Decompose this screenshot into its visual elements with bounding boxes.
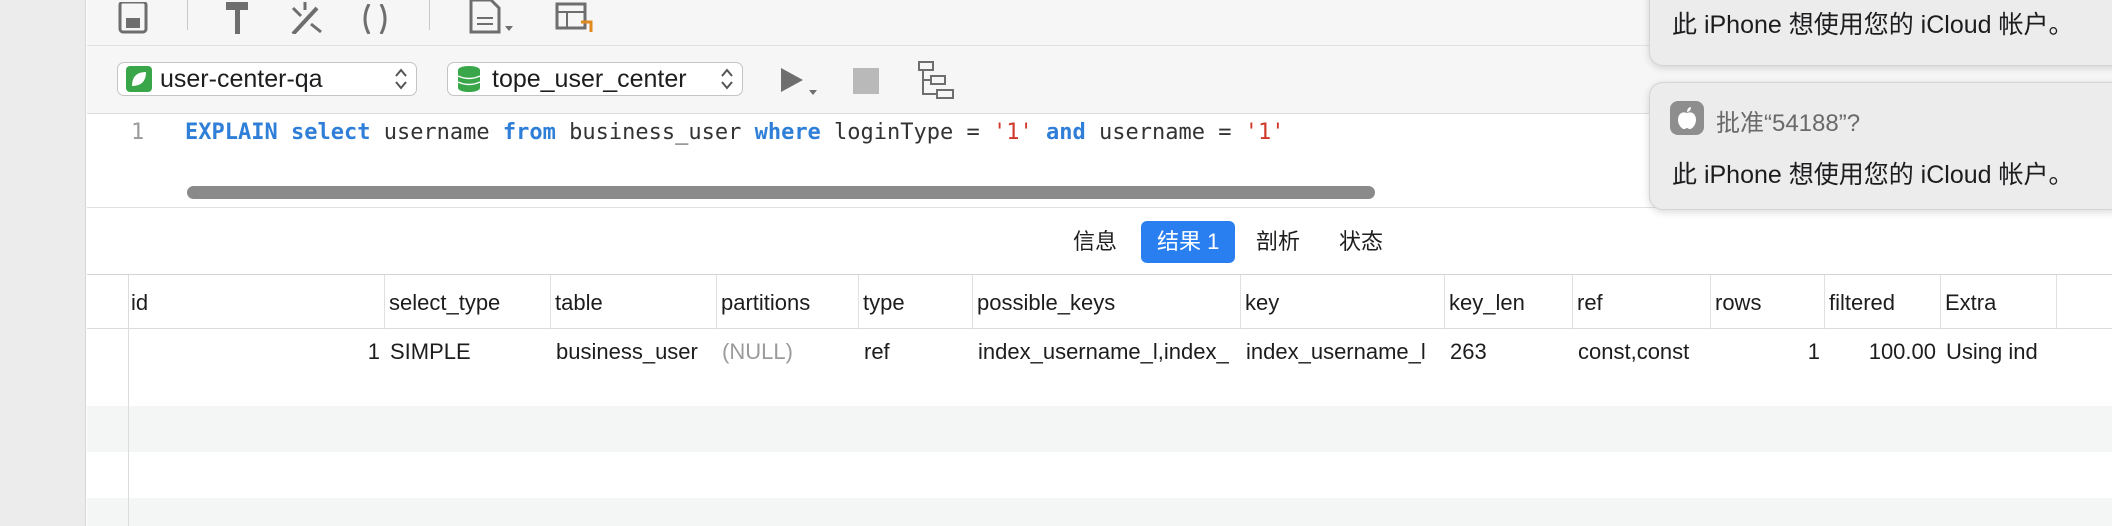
explain-button[interactable] — [917, 60, 957, 100]
cell-filtered[interactable]: 100.00 — [1825, 329, 1941, 375]
sql-keyword: and — [1046, 120, 1086, 145]
database-name: tope_user_center — [492, 64, 687, 93]
horizontal-scrollbar[interactable] — [187, 186, 1375, 199]
cell-key[interactable]: index_username_l — [1241, 329, 1445, 375]
empty-row — [87, 498, 2112, 526]
empty-row — [87, 406, 2112, 452]
column-header-extra[interactable]: Extra — [1941, 275, 2057, 329]
column-header-key[interactable]: key — [1241, 275, 1445, 329]
empty-row — [87, 452, 2112, 498]
sql-keyword: where — [754, 120, 821, 145]
notification-card[interactable]: 此 iPhone 想使用您的 iCloud 帐户。 — [1649, 0, 2112, 66]
tab-result-1[interactable]: 结果 1 — [1141, 221, 1236, 263]
chevron-updown-icon — [395, 68, 407, 90]
sql-keyword: from — [502, 120, 556, 145]
column-header-filtered[interactable]: filtered — [1825, 275, 1941, 329]
column-header-key-len[interactable]: key_len — [1445, 275, 1573, 329]
sql-string: '1' — [993, 120, 1033, 145]
column-header-possible-keys[interactable]: possible_keys — [973, 275, 1241, 329]
result-tabs: 信息 结果 1 剖析 状态 — [87, 208, 2112, 275]
notification-title: 批准“54188”? — [1716, 110, 1861, 137]
cell-select-type[interactable]: SIMPLE — [385, 329, 551, 375]
table-export-icon[interactable] — [555, 0, 595, 34]
notification-body: 此 iPhone 想使用您的 iCloud 帐户。 — [1672, 11, 2074, 39]
database-select[interactable]: tope_user_center — [447, 62, 743, 96]
save-icon[interactable] — [117, 0, 149, 34]
column-header-table[interactable]: table — [551, 275, 717, 329]
apple-icon — [1670, 101, 1704, 135]
sql-text: business_user — [555, 120, 755, 145]
parentheses-icon[interactable] — [359, 0, 391, 34]
leaf-icon — [126, 66, 152, 92]
table-row[interactable]: 1 SIMPLE business_user (NULL) ref index_… — [87, 329, 2112, 375]
grid-header: id select_type table partitions type pos… — [87, 275, 2112, 329]
snippet-document-icon[interactable] — [467, 0, 517, 34]
left-gutter — [0, 0, 86, 526]
play-icon — [781, 68, 817, 95]
connection-name: user-center-qa — [160, 64, 323, 93]
cell-possible-keys[interactable]: index_username_l,index_ — [973, 329, 1241, 375]
notification-card[interactable]: 批准“54188”? 此 iPhone 想使用您的 iCloud 帐户。 — [1649, 82, 2112, 210]
sql-string: '1' — [1244, 120, 1285, 145]
run-button[interactable] — [777, 64, 823, 100]
cell-type[interactable]: ref — [859, 329, 973, 375]
cell-id[interactable]: 1 — [129, 329, 385, 375]
row-number-gutter — [87, 275, 129, 526]
sql-text: username = — [1085, 120, 1245, 145]
database-icon — [456, 65, 482, 93]
column-header-rows[interactable]: rows — [1711, 275, 1825, 329]
sql-code-line[interactable]: EXPLAIN select username from business_us… — [185, 120, 1284, 145]
sql-text: loginType = — [820, 120, 993, 145]
column-header-partitions[interactable]: partitions — [717, 275, 859, 329]
column-header-type[interactable]: type — [859, 275, 973, 329]
tab-status[interactable]: 状态 — [1323, 221, 1399, 263]
chevron-updown-icon — [721, 68, 733, 90]
notification-body: 此 iPhone 想使用您的 iCloud 帐户。 — [1672, 161, 2074, 189]
explain-tree-icon — [918, 61, 954, 99]
column-header-ref[interactable]: ref — [1573, 275, 1711, 329]
cell-table[interactable]: business_user — [551, 329, 717, 375]
cell-ref[interactable]: const,const — [1573, 329, 1711, 375]
cell-partitions[interactable]: (NULL) — [717, 329, 859, 375]
connection-select[interactable]: user-center-qa — [117, 62, 417, 96]
column-header-id[interactable]: id — [127, 275, 385, 329]
line-number: 1 — [131, 120, 145, 145]
column-header-select-type[interactable]: select_type — [385, 275, 551, 329]
sql-text: username — [370, 120, 503, 145]
tab-info[interactable]: 信息 — [1057, 221, 1133, 263]
cell-key-len[interactable]: 263 — [1445, 329, 1573, 375]
stop-button[interactable] — [853, 68, 879, 94]
tab-profile[interactable]: 剖析 — [1240, 221, 1316, 263]
cell-extra[interactable]: Using ind — [1941, 329, 2057, 375]
beautify-wand-icon[interactable] — [287, 0, 327, 34]
pin-icon[interactable] — [221, 0, 253, 34]
sql-keyword: select — [290, 120, 371, 145]
cell-rows[interactable]: 1 — [1711, 329, 1825, 375]
result-grid: id select_type table partitions type pos… — [87, 275, 2112, 526]
sql-keyword: EXPLAIN — [185, 120, 278, 145]
